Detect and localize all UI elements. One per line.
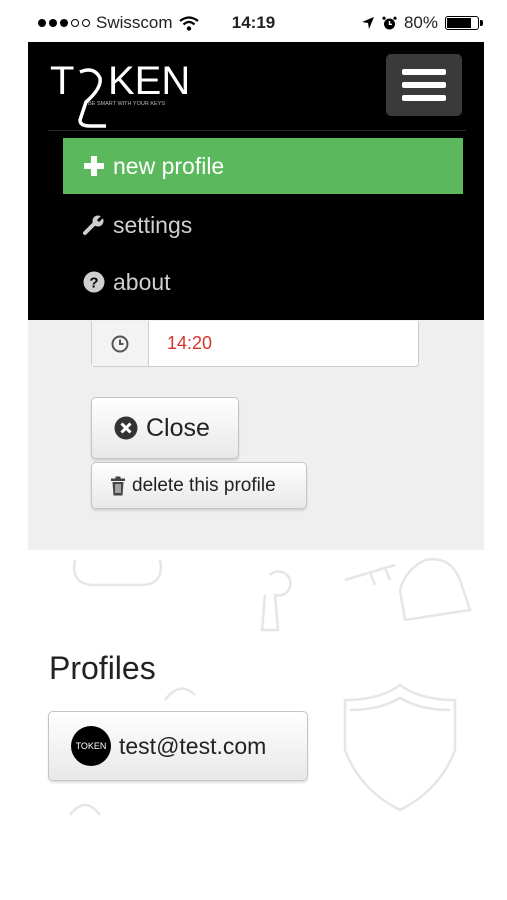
close-button[interactable]: Close	[91, 397, 239, 459]
svg-text:KEN: KEN	[108, 59, 190, 103]
avatar-logo-text: TOKEN	[75, 741, 107, 751]
token-logo[interactable]: T KEN BE SMART WITH YOUR KEYS	[50, 58, 190, 138]
alarm-icon	[382, 16, 397, 29]
battery-icon	[445, 16, 483, 30]
trash-icon	[111, 476, 125, 495]
hamburger-icon-bar	[402, 82, 446, 88]
hamburger-icon-bar	[402, 95, 446, 101]
close-circle-icon	[114, 416, 138, 440]
nav-item-label: about	[113, 268, 171, 295]
nav-item-label: settings	[113, 211, 193, 238]
profiles-heading: Profiles	[49, 650, 156, 686]
nav-item-label: new profile	[113, 152, 225, 179]
time-addon	[92, 321, 149, 366]
background-illustration	[69, 557, 472, 816]
nav-item-new-profile[interactable]: new profile	[63, 138, 463, 194]
delete-profile-button[interactable]: delete this profile	[91, 462, 307, 509]
nav-item-settings[interactable]: settings	[63, 197, 463, 253]
nav-divider	[48, 130, 466, 131]
wrench-icon	[83, 214, 105, 235]
clock-icon	[111, 335, 129, 352]
close-button-label: Close	[146, 413, 210, 442]
nav-item-about[interactable]: ? about	[63, 254, 463, 310]
profile-email: test@test.com	[119, 732, 267, 759]
time-input-value[interactable]: 14:20	[167, 333, 212, 354]
logo-tagline: BE SMART WITH YOUR KEYS	[88, 101, 165, 107]
location-arrow-icon	[361, 17, 374, 29]
page-card: T KEN BE SMART WITH YOUR KEYS new profil…	[28, 42, 484, 550]
profile-button[interactable]: TOKEN test@test.com	[48, 711, 308, 781]
profile-avatar: TOKEN	[71, 726, 111, 766]
hamburger-icon	[402, 69, 446, 75]
battery-fill	[447, 18, 471, 28]
plus-icon	[84, 156, 104, 176]
hamburger-menu-button[interactable]	[386, 54, 462, 116]
delete-button-label: delete this profile	[132, 474, 276, 496]
status-bar: Swisscom 14:19 80%	[0, 0, 507, 42]
svg-text:T: T	[50, 59, 75, 103]
question-circle-icon: ?	[83, 271, 105, 293]
battery-percent: 80%	[403, 13, 438, 32]
status-right: 80%	[361, 13, 483, 33]
time-input-group[interactable]: 14:20	[91, 321, 419, 367]
svg-text:?: ?	[89, 275, 98, 292]
navbar: T KEN BE SMART WITH YOUR KEYS new profil…	[28, 42, 484, 320]
